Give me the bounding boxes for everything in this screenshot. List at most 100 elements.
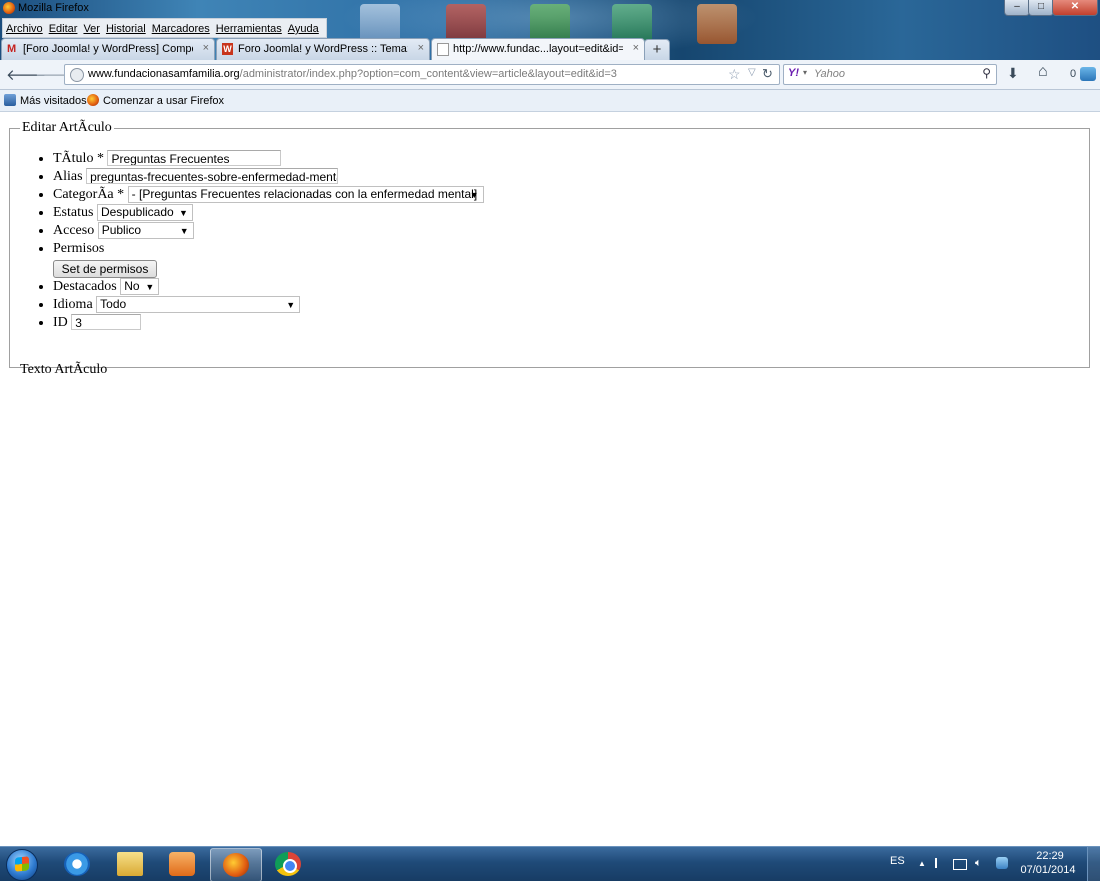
tab-foro-gmail[interactable]: M [Foro Joomla! y WordPress] Compon... × bbox=[1, 38, 215, 60]
bookmark-label: Más visitados bbox=[20, 95, 87, 107]
bookmark-mas-visitados[interactable]: Más visitados bbox=[4, 94, 87, 107]
menu-ver[interactable]: Ver bbox=[80, 21, 103, 35]
show-desktop-button[interactable] bbox=[1087, 847, 1100, 881]
menu-herramientas[interactable]: Herramientas bbox=[213, 21, 285, 35]
field-estatus: Estatus Despublicado ▼ bbox=[53, 204, 1079, 222]
field-categoria: CategorÃa * - [Preguntas Frecuentes rela… bbox=[53, 186, 1079, 204]
taskbar-internet-explorer[interactable] bbox=[52, 848, 102, 880]
back-button[interactable]: 🡐 bbox=[6, 65, 46, 84]
show-hidden-icons-icon[interactable]: ▲ bbox=[918, 859, 926, 868]
bookmark-star-icon[interactable]: ☆ bbox=[728, 66, 741, 83]
acceso-select[interactable]: Publico ▼ bbox=[97, 222, 194, 239]
window-title: Mozilla Firefox bbox=[18, 2, 89, 14]
app-tray-icon[interactable] bbox=[996, 857, 1008, 869]
firefox-icon bbox=[223, 853, 249, 877]
firefox-icon bbox=[87, 94, 99, 106]
taskbar-firefox[interactable] bbox=[210, 848, 262, 882]
menu-bar: Archivo Editar Ver Historial Marcadores Herra… bbox=[2, 18, 327, 38]
field-acceso: Acceso Publico ▼ bbox=[53, 222, 1079, 240]
taskbar-windows-explorer[interactable] bbox=[105, 848, 155, 880]
idioma-select[interactable]: Todo ▼ bbox=[96, 296, 301, 313]
reload-icon[interactable]: ↻ bbox=[762, 66, 773, 82]
start-button[interactable] bbox=[4, 847, 40, 881]
field-alias: Alias preguntas-frecuentes-sobre-enferme… bbox=[53, 168, 1079, 186]
taskbar: ES ▲ 🔈︎ 22:29 07/01/2014 bbox=[0, 846, 1100, 882]
taskbar-chrome[interactable] bbox=[263, 848, 313, 880]
url-history-dropdown-icon[interactable]: ▽ bbox=[748, 67, 756, 78]
destacados-label: Destacados bbox=[53, 279, 117, 294]
destacados-select[interactable]: No ▼ bbox=[120, 278, 160, 295]
chevron-down-icon: ▼ bbox=[179, 208, 188, 218]
network-icon[interactable] bbox=[953, 859, 967, 870]
tab-close-icon[interactable]: × bbox=[418, 42, 424, 54]
alias-input[interactable]: preguntas-frecuentes-sobre-enfermedad-me… bbox=[86, 168, 339, 184]
menu-ayuda[interactable]: Ayuda bbox=[285, 21, 322, 35]
search-box[interactable]: Y! ▾ Yahoo ⚲ bbox=[783, 64, 997, 85]
navigation-bar: 🡐 🡒 www.fundacionasamfamilia.org/adminis… bbox=[0, 60, 1100, 90]
tab-title: http://www.fundac...layout=edit&id=3 bbox=[453, 43, 623, 55]
window-frame: Mozilla Firefox – □ ✕ Archivo Editar Ver Hi… bbox=[0, 0, 1100, 61]
set-permisos-button[interactable]: Set de permisos bbox=[53, 260, 157, 278]
tab-title: [Foro Joomla! y WordPress] Compon... bbox=[23, 43, 193, 55]
downloads-icon[interactable]: ⬇ bbox=[1007, 65, 1019, 82]
firefox-icon bbox=[3, 2, 15, 14]
field-idioma: Idioma Todo ▼ bbox=[53, 296, 1079, 314]
internet-explorer-icon bbox=[64, 852, 90, 876]
addon-counter-icon[interactable]: 0 bbox=[1070, 68, 1076, 80]
menu-editar[interactable]: Editar bbox=[46, 21, 81, 35]
url-bar[interactable]: www.fundacionasamfamilia.org/administrat… bbox=[64, 64, 780, 85]
edit-article-fieldset: Editar ArtÃculo TÃtulo * Preguntas Frecu… bbox=[9, 120, 1090, 377]
title-bar: Mozilla Firefox bbox=[0, 0, 1000, 17]
tab-article-edit[interactable]: http://www.fundac...layout=edit&id=3 × bbox=[431, 38, 645, 61]
forward-button[interactable]: 🡒 bbox=[35, 65, 75, 84]
field-list: TÃtulo * Preguntas Frecuentes Alias preg… bbox=[20, 150, 1079, 332]
page-content: Editar ArtÃculo TÃtulo * Preguntas Frecu… bbox=[0, 112, 1100, 846]
field-destacados: Destacados No ▼ bbox=[53, 278, 1079, 296]
minimize-button[interactable]: – bbox=[1004, 0, 1030, 16]
clock-date[interactable]: 07/01/2014 bbox=[1018, 864, 1078, 876]
titulo-input[interactable]: Preguntas Frecuentes bbox=[107, 150, 282, 166]
acceso-label: Acceso bbox=[53, 223, 95, 238]
alias-label: Alias bbox=[53, 169, 83, 184]
menu-archivo[interactable]: Archivo bbox=[3, 21, 46, 35]
language-indicator[interactable]: ES bbox=[890, 855, 905, 867]
tab-close-icon[interactable]: × bbox=[633, 42, 639, 54]
site-identity-icon[interactable] bbox=[70, 68, 84, 82]
chrome-icon bbox=[275, 852, 301, 876]
field-id: ID 3 bbox=[53, 314, 1079, 332]
engine-dropdown-icon[interactable]: ▾ bbox=[803, 68, 807, 77]
addon-icon[interactable] bbox=[1080, 67, 1096, 81]
chevron-down-icon: ▼ bbox=[469, 190, 479, 200]
foro-icon: W bbox=[222, 43, 233, 55]
edit-article-legend: Editar ArtÃculo bbox=[22, 120, 112, 135]
folder-icon bbox=[117, 852, 143, 876]
texto-articulo-label: Texto ArtÃculo bbox=[20, 362, 108, 377]
titulo-label: TÃtulo * bbox=[53, 151, 104, 166]
menu-marcadores[interactable]: Marcadores bbox=[149, 21, 213, 35]
search-icon[interactable]: ⚲ bbox=[982, 66, 991, 80]
url-path: /administrator/index.php?option=com_cont… bbox=[239, 68, 617, 80]
yahoo-engine-icon[interactable]: Y! bbox=[788, 67, 799, 79]
id-input[interactable]: 3 bbox=[71, 314, 142, 330]
estatus-select[interactable]: Despublicado ▼ bbox=[96, 204, 193, 221]
field-permisos: Permisos Set de permisos bbox=[53, 240, 1079, 278]
volume-icon[interactable]: 🔈︎ bbox=[975, 857, 982, 870]
bookmark-label: Comenzar a usar Firefox bbox=[103, 95, 225, 107]
gmail-icon: M bbox=[7, 43, 17, 55]
bookmark-comenzar-firefox[interactable]: Comenzar a usar Firefox bbox=[87, 94, 224, 107]
acceso-value: Publico bbox=[101, 223, 142, 237]
close-button[interactable]: ✕ bbox=[1052, 0, 1098, 16]
chevron-down-icon: ▼ bbox=[179, 226, 189, 236]
taskbar-media-player[interactable] bbox=[157, 848, 207, 880]
tab-foro-tema[interactable]: W Foro Joomla! y WordPress :: Tema: C...… bbox=[216, 38, 430, 60]
maximize-button[interactable]: □ bbox=[1028, 0, 1054, 16]
tab-title: Foro Joomla! y WordPress :: Tema: C... bbox=[238, 43, 408, 55]
menu-historial[interactable]: Historial bbox=[103, 21, 149, 35]
clock-time[interactable]: 22:29 bbox=[1022, 850, 1078, 862]
tab-close-icon[interactable]: × bbox=[203, 42, 209, 54]
new-tab-button[interactable]: + bbox=[644, 39, 670, 60]
action-center-flag-icon[interactable] bbox=[935, 858, 947, 868]
categoria-select[interactable]: - [Preguntas Frecuentes relacionadas con… bbox=[127, 186, 484, 203]
home-icon[interactable]: ⌂ bbox=[1038, 63, 1048, 81]
url-text[interactable]: www.fundacionasamfamilia.org/administrat… bbox=[88, 68, 617, 80]
